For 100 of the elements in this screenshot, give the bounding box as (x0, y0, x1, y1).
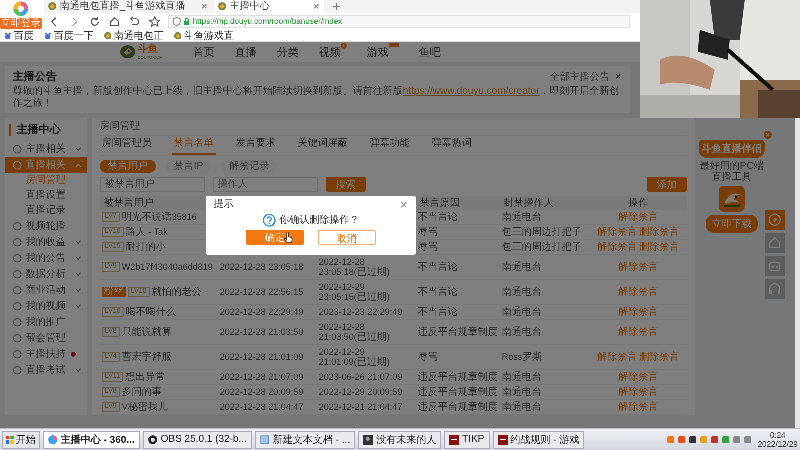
search-button[interactable]: 搜索 (326, 177, 366, 192)
nav-link[interactable]: 视频 (318, 44, 341, 60)
table-cell: 2022-12-28 23:05:18(已过期) (319, 256, 390, 276)
add-button[interactable]: 添加 (647, 177, 687, 192)
nav-link[interactable]: 鱼吧 (418, 44, 441, 60)
action-link[interactable]: 解除禁言 (618, 286, 658, 298)
table-cell: 违反平台规章制度 (418, 402, 498, 412)
user-name: 路人 - Tak (126, 226, 168, 236)
logo-text[interactable]: 斗鱼 (138, 44, 163, 54)
action-link[interactable]: 解除禁言 (618, 402, 658, 412)
start-button[interactable]: 开始 (2, 430, 40, 448)
sidebar-item[interactable]: 直播考试 (5, 362, 87, 378)
action-link[interactable]: 解除禁言 (598, 242, 638, 252)
taskbar-button[interactable]: 主播中心 - 360... (43, 430, 140, 448)
login-badge[interactable]: 立即登录 (0, 18, 42, 29)
taskbar-button[interactable]: TIKP (444, 430, 490, 448)
sidebar-item[interactable]: 我的公告 (5, 250, 87, 266)
table-cell: 违反平台规章制度 (418, 386, 498, 396)
action-link[interactable]: 解除禁言 (598, 352, 638, 362)
action-link[interactable]: 删除禁言 (640, 226, 680, 238)
undo-icon[interactable] (129, 16, 141, 28)
subtab[interactable]: 禁言用户 (100, 160, 156, 173)
sidebar-subitem[interactable]: 直播设置 (5, 188, 87, 203)
cancel-button[interactable]: 取消 (318, 230, 376, 245)
sidebar-item[interactable]: 数据分析 (5, 266, 87, 282)
action-link[interactable]: 删除禁言 (640, 352, 680, 362)
sidebar-item[interactable]: 主播相关 (5, 141, 87, 157)
fish-logo-icon[interactable] (120, 45, 136, 59)
sidebar-subitem[interactable]: 直播记录 (5, 203, 87, 218)
user-name: 就怕的老公 (152, 286, 202, 296)
table-cell: 2022-12-29 21:01:09(已过期) (319, 346, 390, 366)
input-field[interactable]: 被禁言用户 (100, 177, 205, 192)
taskbar-button[interactable]: 约战规则 - 游戏 (492, 430, 584, 448)
browser-logo-icon[interactable] (13, 1, 29, 17)
robot-icon[interactable] (765, 256, 785, 276)
address-field[interactable]: https://mp.douyu.com/room/banuser/index (168, 15, 630, 28)
tab[interactable]: 弹幕热词 (430, 136, 474, 155)
table-cell: 南通电台 (502, 262, 542, 272)
input-field[interactable]: 操作人 (213, 177, 318, 192)
taskbar-button[interactable]: 没有未来的人 (358, 430, 442, 448)
action-link[interactable]: 解除禁言 (618, 372, 658, 382)
announcement-link[interactable]: https://www.douyu.com/creator (403, 86, 540, 97)
close-icon[interactable] (313, 3, 320, 10)
tab[interactable]: 关键词屏蔽 (296, 136, 350, 155)
sidebar-item[interactable]: 我的收益 (5, 234, 87, 250)
plus-icon[interactable] (332, 2, 341, 11)
action-link[interactable]: 解除禁言 (618, 212, 658, 222)
sidebar-title: 主播中心 (9, 124, 87, 136)
app-icon[interactable] (719, 186, 745, 212)
sidebar-subitem[interactable]: 房间管理 (5, 173, 87, 188)
all-announcements-link[interactable]: 全部主播公告 (550, 70, 610, 84)
sidebar-item[interactable]: 视频轮播 (5, 218, 87, 234)
circle-icon (13, 254, 22, 262)
nav-link[interactable]: 首页 (192, 44, 215, 60)
nav-link[interactable]: 游戏 (366, 44, 389, 60)
browser-tab[interactable]: 南通电包直播_斗鱼游戏直播 (44, 0, 212, 13)
tab[interactable]: 弹幕功能 (368, 136, 412, 155)
nav-link[interactable]: 直播 (234, 44, 257, 60)
sidebar-item[interactable]: 商业活动 (5, 282, 87, 298)
action-link[interactable]: 解除禁言 (618, 386, 658, 398)
column-header: 被禁言用户 (104, 198, 154, 209)
sidebar-item[interactable]: 直播相关 (5, 157, 87, 173)
action-link[interactable]: 解除禁言 (618, 326, 658, 338)
tab[interactable]: 房间管理员 (100, 136, 154, 155)
subtab[interactable]: 解禁记录 (221, 160, 278, 173)
close-icon[interactable] (400, 201, 408, 209)
action-link[interactable]: 解除禁言 (598, 226, 638, 238)
table-cell: 2022-12-28 22:29:49 (220, 307, 304, 317)
circle-icon (13, 318, 22, 326)
reload-icon[interactable] (89, 16, 101, 28)
bookmark-link[interactable]: 百度 (14, 30, 34, 42)
close-icon[interactable] (615, 73, 622, 80)
action-link[interactable]: 解除禁言 (618, 262, 658, 272)
bookmark-link[interactable]: 百度一下 (54, 30, 94, 42)
column-header: 操作 (628, 198, 648, 209)
tab[interactable]: 禁言名单 (172, 136, 216, 155)
bookmark-link[interactable]: 南通电包正 (114, 30, 164, 42)
confirm-button[interactable]: 确定 (246, 230, 304, 245)
action-link[interactable]: 删除禁言 (640, 242, 680, 252)
close-icon[interactable] (201, 3, 208, 10)
clock-time: 0:24 (770, 430, 786, 440)
browser-tab[interactable]: 主播中心 (214, 0, 324, 13)
nav-link[interactable]: 分类 (276, 44, 299, 60)
taskbar-button[interactable]: 新建文本文档 - ... (255, 430, 356, 448)
sidebar-item[interactable]: 我的推广 (5, 314, 87, 330)
tab[interactable]: 发言要求 (234, 136, 278, 155)
headset-icon[interactable] (765, 279, 785, 299)
app-icon (363, 434, 374, 444)
star-icon[interactable] (149, 16, 161, 28)
sidebar-item[interactable]: 主播扶持 (5, 346, 87, 362)
download-button[interactable]: 立即下载 (706, 215, 758, 233)
subtab[interactable]: 禁言IP (166, 160, 212, 173)
close-icon[interactable] (764, 131, 772, 139)
sidebar-item[interactable]: 帮会管理 (5, 330, 87, 346)
taskbar-button[interactable]: OBS 25.0.1 (32-b... (142, 430, 252, 448)
sidebar-item[interactable]: 我的视频 (5, 298, 87, 314)
home-icon[interactable] (109, 16, 121, 28)
action-link[interactable]: 解除禁言 (618, 306, 658, 318)
bookmark-link[interactable]: 斗鱼游戏直 (184, 30, 234, 42)
user-name: V秘密我儿 (122, 402, 168, 412)
